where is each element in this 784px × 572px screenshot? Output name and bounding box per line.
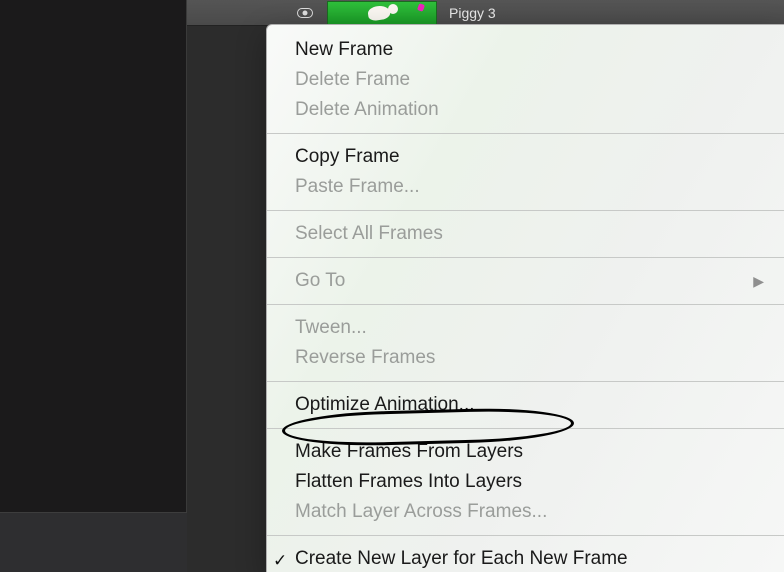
menu-separator [267, 381, 784, 382]
left-panel-footer [0, 512, 187, 572]
menu-item-label: Create New Layer for Each New Frame [295, 546, 628, 572]
menu-separator [267, 210, 784, 211]
menu-optimize-animation[interactable]: Optimize Animation... [267, 390, 784, 420]
menu-separator [267, 304, 784, 305]
menu-separator [267, 133, 784, 134]
layer-name-label[interactable]: Piggy 3 [449, 5, 496, 21]
menu-separator [267, 428, 784, 429]
timeline-context-menu: New Frame Delete Frame Delete Animation … [266, 24, 784, 572]
check-icon: ✓ [273, 548, 287, 572]
menu-separator [267, 535, 784, 536]
menu-make-frames-from-layers[interactable]: Make Frames From Layers [267, 437, 784, 467]
left-panel [0, 0, 187, 572]
menu-select-all-frames: Select All Frames [267, 219, 784, 249]
menu-delete-animation: Delete Animation [267, 95, 784, 125]
menu-new-frame[interactable]: New Frame [267, 35, 784, 65]
menu-match-layer-across-frames: Match Layer Across Frames... [267, 497, 784, 527]
layer-visibility-cell[interactable] [187, 0, 327, 25]
menu-paste-frame: Paste Frame... [267, 172, 784, 202]
menu-go-to-label: Go To [295, 268, 345, 294]
layer-thumbnail[interactable] [327, 1, 437, 25]
menu-reverse-frames: Reverse Frames [267, 343, 784, 373]
menu-delete-frame: Delete Frame [267, 65, 784, 95]
layer-row[interactable]: Piggy 3 [187, 0, 784, 26]
thumbnail-shape [417, 3, 425, 12]
app-window: Piggy 3 New Frame Delete Frame Delete An… [0, 0, 784, 572]
menu-separator [267, 257, 784, 258]
menu-flatten-frames-into-layers[interactable]: Flatten Frames Into Layers [267, 467, 784, 497]
eye-icon [297, 8, 313, 18]
menu-create-new-layer-each-frame[interactable]: ✓ Create New Layer for Each New Frame [267, 544, 784, 572]
menu-tween: Tween... [267, 313, 784, 343]
menu-copy-frame[interactable]: Copy Frame [267, 142, 784, 172]
chevron-right-icon: ▶ [753, 268, 764, 294]
menu-go-to: Go To ▶ [267, 266, 784, 296]
thumbnail-shape [388, 4, 398, 14]
